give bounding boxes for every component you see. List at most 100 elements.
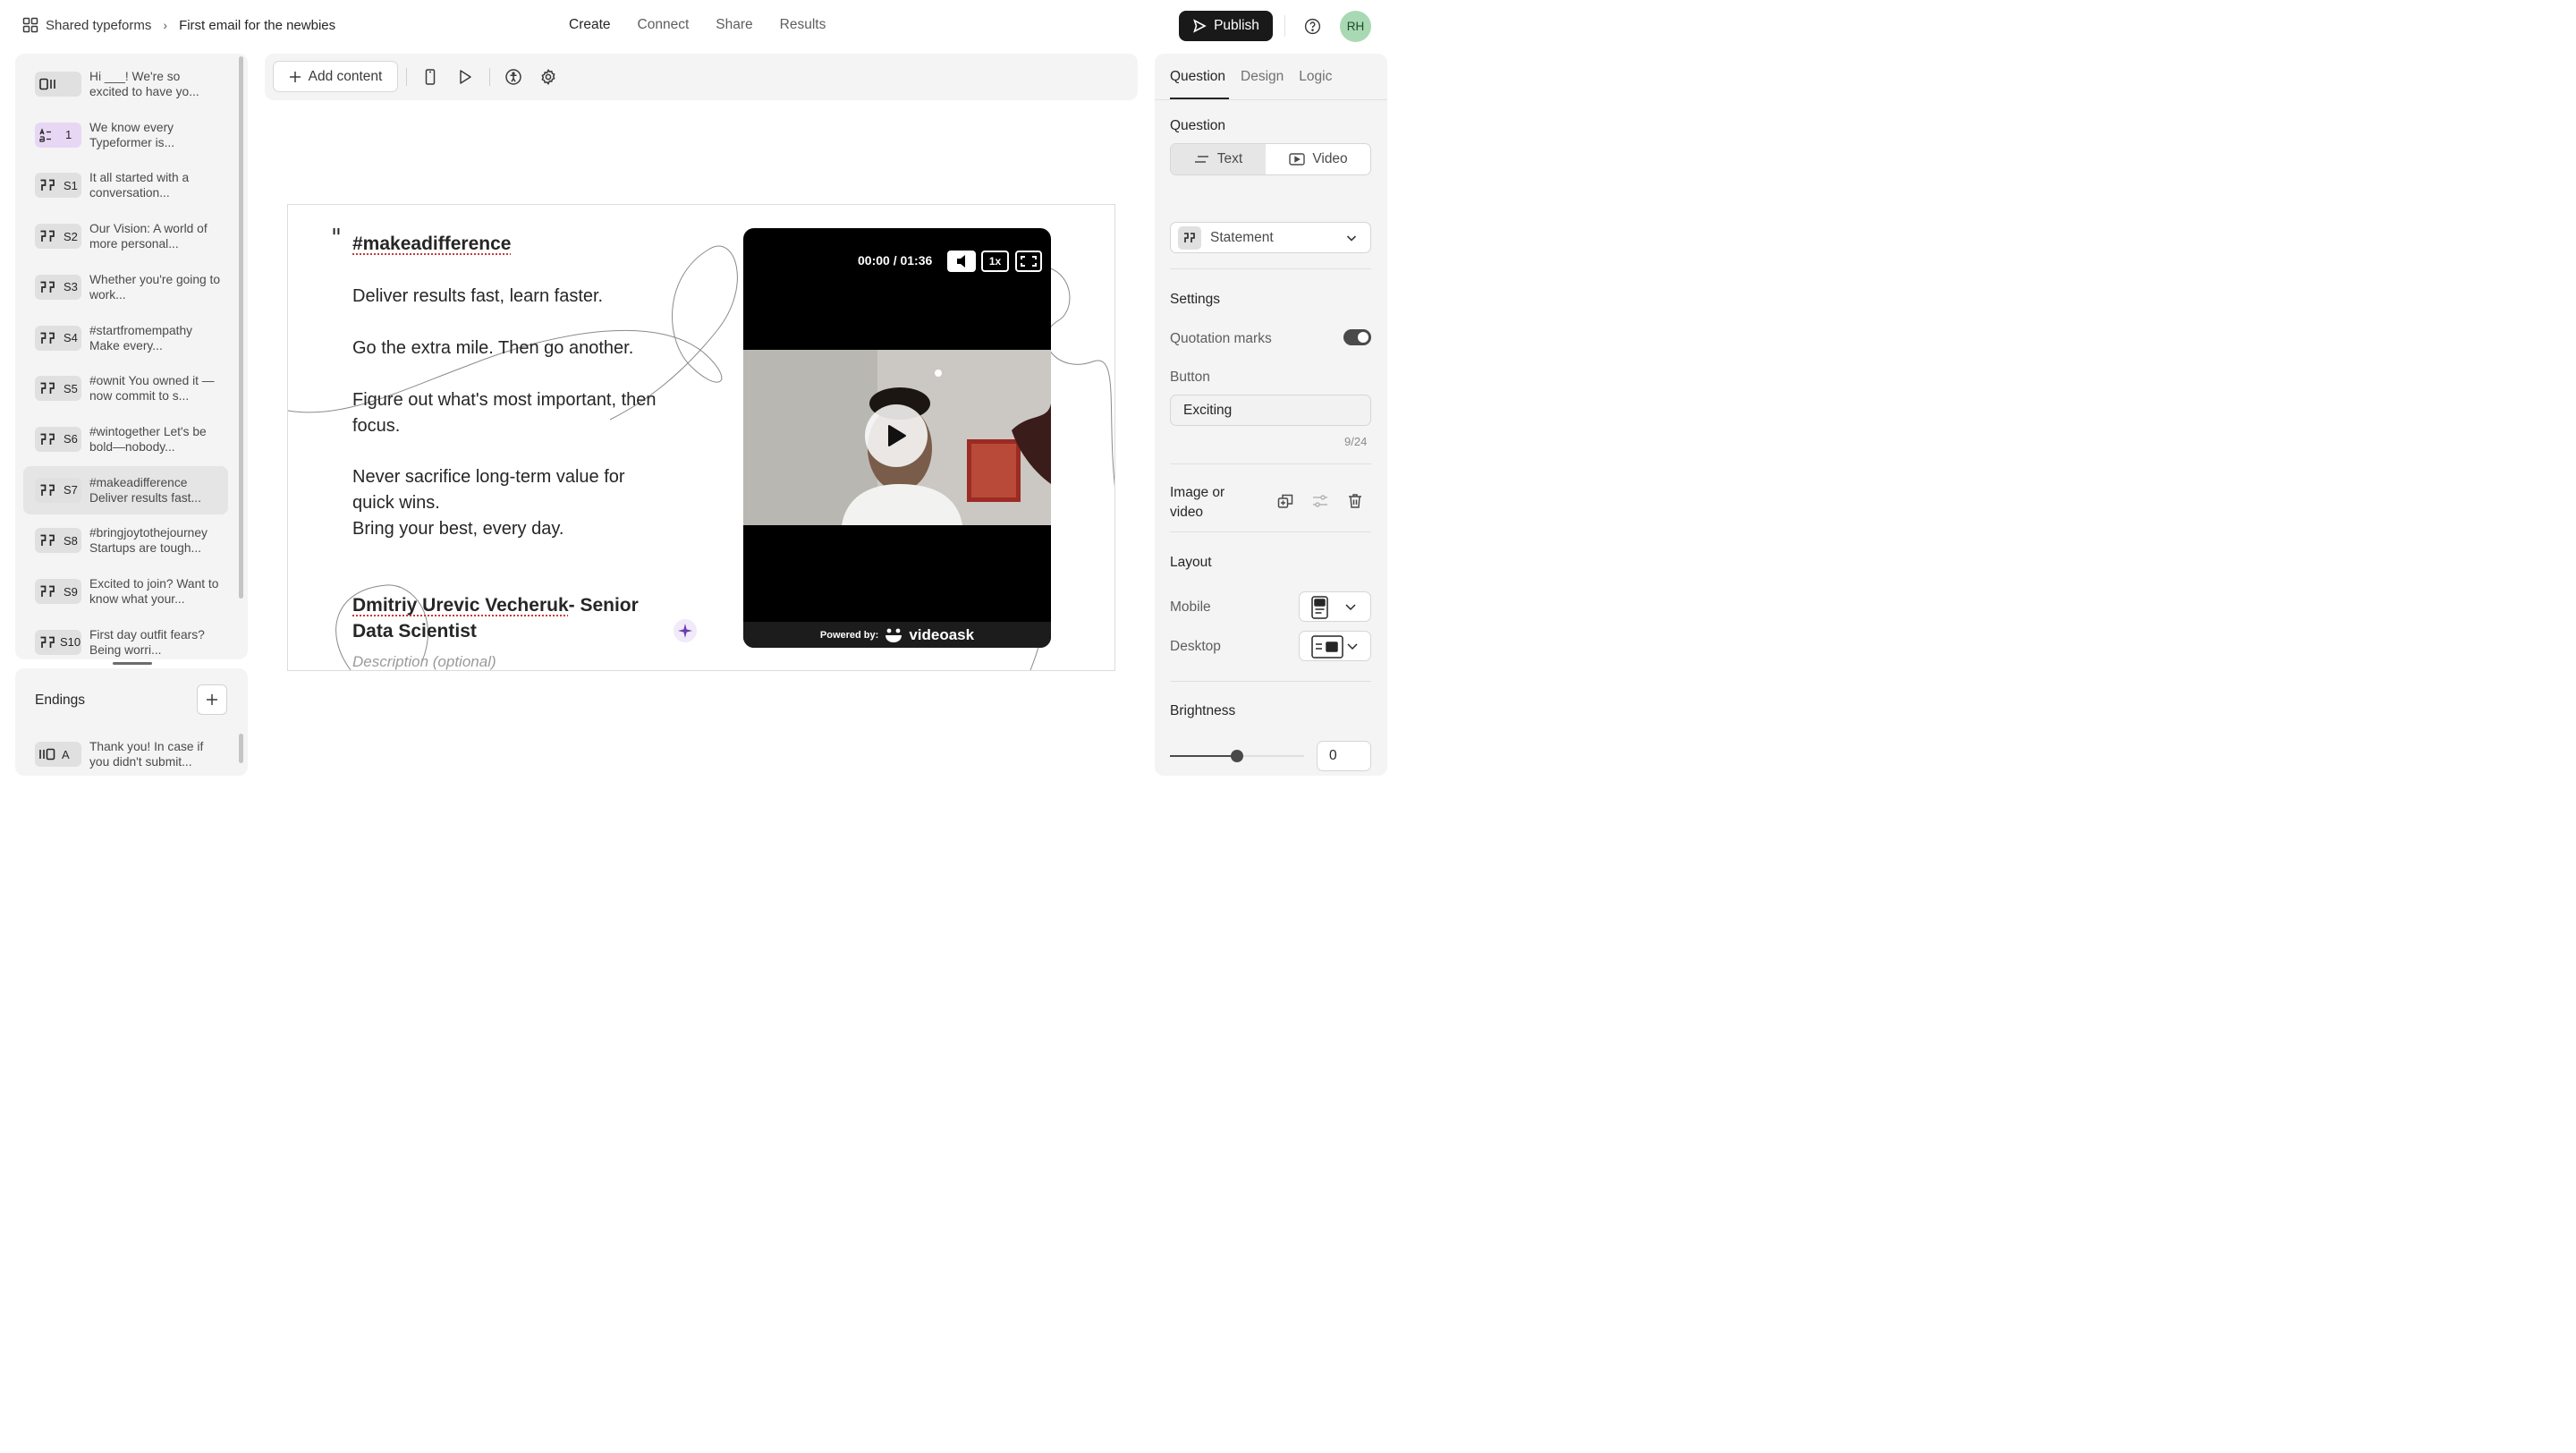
question-item[interactable]: 1 We know every Typeformer is... <box>23 111 228 159</box>
question-item[interactable]: S9 Excited to join? Want to know what you… <box>23 567 228 616</box>
endings-title: Endings <box>35 693 86 708</box>
workspace-grid-icon[interactable] <box>22 17 38 33</box>
question-number: S9 <box>64 584 78 599</box>
question-item[interactable]: S1 It all started with a conversation... <box>23 161 228 209</box>
text-option-label: Text <box>1216 151 1243 166</box>
question-format-toggle: Text Video <box>1170 143 1371 175</box>
ending-item-text: Thank you! In case if you didn't submit.… <box>89 740 204 769</box>
tab-create[interactable]: Create <box>569 17 611 33</box>
divider <box>1170 531 1371 532</box>
question-number: 1 <box>65 128 72 142</box>
quote-icon <box>1178 225 1201 250</box>
endings-scrollbar[interactable] <box>239 734 243 763</box>
tab-connect[interactable]: Connect <box>638 17 690 33</box>
desktop-layout-dropdown[interactable] <box>1299 631 1371 661</box>
fullscreen-button[interactable] <box>1015 251 1042 272</box>
question-list-panel: Hi ___! We're so excited to have yo... 1 W… <box>15 54 248 659</box>
panel-resize-handle[interactable] <box>113 662 152 665</box>
question-item[interactable]: Hi ___! We're so excited to have yo... <box>23 60 228 108</box>
question-number: S2 <box>64 229 78 243</box>
main-nav-tabs: Create Connect Share Results <box>569 17 826 33</box>
statement-line[interactable]: Go the extra mile. Then go another. <box>352 336 657 361</box>
replace-media-icon[interactable] <box>1276 492 1294 510</box>
video-option[interactable]: Video <box>1266 144 1370 174</box>
question-item[interactable]: S4 #startfromempathy Make every... <box>23 314 228 362</box>
question-tag: S8 <box>35 528 81 554</box>
mobile-layout-dropdown[interactable] <box>1299 591 1371 622</box>
tab-design[interactable]: Design <box>1241 69 1284 85</box>
chevron-right-icon: › <box>163 18 168 32</box>
mobile-preview-icon[interactable] <box>421 68 439 86</box>
mute-button[interactable] <box>947 251 976 272</box>
settings-panel: Question Design Logic Question Text Vide… <box>1155 54 1387 776</box>
gear-icon[interactable] <box>539 68 557 86</box>
description-input[interactable]: Description (optional) <box>352 653 496 670</box>
trash-icon[interactable] <box>1346 492 1364 510</box>
question-list-scrollbar[interactable] <box>239 56 243 599</box>
question-item[interactable]: S3 Whether you're going to work... <box>23 263 228 311</box>
chevron-down-icon <box>1346 235 1357 242</box>
question-item[interactable]: S2 Our Vision: A world of more personal..… <box>23 212 228 260</box>
statement-line[interactable]: Deliver results fast, learn faster. <box>352 284 657 310</box>
brightness-slider-handle[interactable] <box>1231 750 1243 762</box>
ai-sparkle-icon[interactable] <box>673 618 698 643</box>
playback-speed-button[interactable]: 1x <box>981 251 1009 272</box>
quote-icon <box>38 178 58 192</box>
mobile-layout-label: Mobile <box>1170 599 1211 615</box>
question-number: S5 <box>64 381 78 395</box>
question-tag: S3 <box>35 274 81 300</box>
tab-question[interactable]: Question <box>1170 69 1225 85</box>
quote-icon <box>38 280 58 294</box>
statement-line[interactable]: Figure out what's most important, then f… <box>352 387 657 439</box>
add-content-button[interactable]: Add content <box>273 61 398 92</box>
question-item[interactable]: S10 First day outfit fears? Being worri..… <box>23 618 228 659</box>
breadcrumb-form-title[interactable]: First email for the newbies <box>179 18 335 33</box>
plus-icon <box>289 71 301 82</box>
brightness-slider-fill <box>1170 755 1237 757</box>
question-text: Excited to join? Want to know what your.… <box>89 577 219 606</box>
play-button[interactable] <box>865 404 928 467</box>
sliders-icon[interactable] <box>1311 492 1329 510</box>
tab-results[interactable]: Results <box>780 17 826 33</box>
question-text: It all started with a conversation... <box>89 171 190 200</box>
tab-share[interactable]: Share <box>716 17 752 33</box>
tab-logic[interactable]: Logic <box>1299 69 1332 85</box>
ending-item-a[interactable]: A Thank you! In case if you didn't submi… <box>23 730 228 776</box>
question-tag: S10 <box>35 629 81 655</box>
mobile-layout-icon <box>1311 596 1356 619</box>
question-item[interactable]: S6 #wintogether Let's be bold—nobody... <box>23 415 228 463</box>
video-player[interactable]: 00:00 / 01:36 1x Powered by: videoask <box>743 228 1051 648</box>
question-type-dropdown[interactable]: Statement <box>1170 222 1371 253</box>
add-ending-button[interactable] <box>197 684 227 715</box>
help-icon[interactable] <box>1304 18 1321 35</box>
question-item[interactable]: S5 #ownit You owned it —now commit to s..… <box>23 364 228 412</box>
question-tag: S1 <box>35 173 81 199</box>
statement-headline[interactable]: #makeadifference <box>352 234 511 255</box>
accessibility-icon[interactable] <box>504 68 522 86</box>
question-number: S3 <box>64 280 78 294</box>
question-text: Our Vision: A world of more personal... <box>89 222 208 251</box>
videoask-brand: videoask <box>909 625 975 643</box>
button-text-input[interactable]: Exciting <box>1170 395 1371 426</box>
quotation-marks-toggle[interactable] <box>1343 329 1371 345</box>
desktop-layout-label: Desktop <box>1170 639 1221 654</box>
question-text: Hi ___! We're so excited to have yo... <box>89 70 199 98</box>
question-number: S4 <box>64 331 78 344</box>
divider <box>1284 15 1285 37</box>
statement-line[interactable]: Never sacrifice long-term value for quic… <box>352 464 657 542</box>
quote-icon <box>38 331 58 345</box>
question-item[interactable]: S8 #bringjoytothejourney Startups are tou… <box>23 516 228 565</box>
question-item[interactable]: S7 #makeadifference Deliver results fast.… <box>23 465 228 514</box>
publish-button[interactable]: Publish <box>1179 11 1273 41</box>
plus-icon <box>207 694 217 705</box>
question-number: S10 <box>60 635 81 650</box>
breadcrumb-workspace[interactable]: Shared typeforms <box>46 18 151 33</box>
text-option[interactable]: Text <box>1171 144 1266 174</box>
avatar[interactable]: RH <box>1340 11 1371 42</box>
video-option-label: Video <box>1312 151 1348 166</box>
brightness-value-input[interactable]: 0 <box>1317 741 1371 771</box>
question-text: #wintogether Let's be bold—nobody... <box>89 424 207 454</box>
divider <box>1170 268 1371 269</box>
statement-author[interactable]: Dmitriy Urevic Vecheruk- Senior Data Sci… <box>352 592 665 644</box>
play-preview-icon[interactable] <box>456 68 474 86</box>
